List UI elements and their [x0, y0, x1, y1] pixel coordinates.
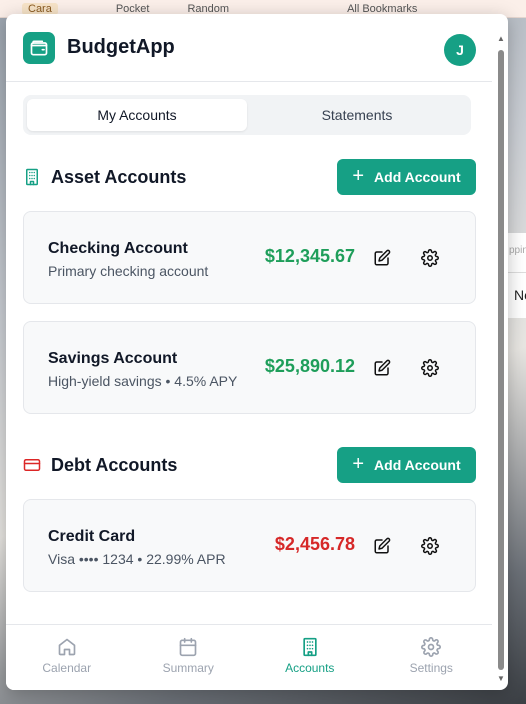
nav-label: Accounts [285, 661, 335, 675]
account-name: Savings Account [48, 350, 178, 367]
wallet-icon [23, 31, 55, 64]
account-card[interactable]: Checking Account Primary checking accoun… [23, 211, 476, 304]
account-balance: $2,456.78 [274, 534, 355, 554]
background-page-panel: pping Ne [505, 233, 526, 318]
account-description: Visa •••• 1234 • 22.99% APR [48, 551, 226, 567]
account-balance: $12,345.67 [264, 246, 355, 266]
add-debt-account-button[interactable]: + Add Account [337, 447, 476, 483]
home-icon [58, 638, 76, 656]
nav-label: Settings [409, 661, 453, 675]
bookmark-random[interactable]: Random [187, 3, 229, 15]
account-card[interactable]: Savings Account High-yield savings • 4.5… [23, 321, 476, 414]
app-title: BudgetApp [67, 36, 175, 58]
edit-icon[interactable] [373, 537, 391, 555]
scrollbar[interactable]: ▲ ▼ [497, 34, 505, 684]
asset-accounts-title: Asset Accounts [51, 166, 187, 187]
gear-icon[interactable] [421, 537, 439, 555]
tab-my-accounts[interactable]: My Accounts [27, 99, 247, 131]
gear-icon[interactable] [421, 249, 439, 267]
plus-icon: + [352, 453, 365, 475]
account-card[interactable]: Credit Card Visa •••• 1234 • 22.99% APR … [23, 499, 476, 592]
gear-icon [421, 637, 442, 657]
nav-calendar[interactable]: Calendar [6, 625, 128, 690]
app-header: BudgetApp J [6, 14, 492, 82]
building-icon [23, 168, 41, 186]
bookmark-cara[interactable]: Cara [22, 2, 58, 15]
debt-accounts-header: Debt Accounts + Add Account [23, 447, 476, 483]
scroll-up-icon[interactable]: ▲ [497, 34, 505, 44]
bookmark-all[interactable]: All Bookmarks [347, 3, 417, 15]
nav-label: Summary [162, 661, 214, 675]
bottom-navigation: Calendar Summary Accounts Settings [6, 624, 492, 690]
background-page-text: Ne [514, 287, 526, 303]
account-description: Primary checking account [48, 263, 209, 279]
user-avatar[interactable]: J [444, 34, 476, 66]
add-asset-account-button[interactable]: + Add Account [337, 159, 476, 195]
asset-accounts-header: Asset Accounts + Add Account [23, 159, 476, 195]
building-icon [303, 637, 317, 657]
calendar-icon [179, 637, 197, 657]
account-description: High-yield savings • 4.5% APY [48, 373, 238, 389]
add-account-label: Add Account [374, 169, 461, 185]
nav-summary[interactable]: Summary [128, 625, 250, 690]
background-page-text: pping [506, 233, 526, 273]
scrollbar-thumb[interactable] [498, 50, 504, 670]
nav-accounts[interactable]: Accounts [249, 625, 371, 690]
scroll-down-icon[interactable]: ▼ [497, 674, 505, 684]
plus-icon: + [352, 165, 365, 187]
account-name: Checking Account [48, 240, 188, 257]
edit-icon[interactable] [373, 249, 391, 267]
gear-icon[interactable] [421, 359, 439, 377]
account-tabs: My Accounts Statements [23, 95, 471, 135]
bookmark-pocket[interactable]: Pocket [116, 3, 150, 15]
account-balance: $25,890.12 [264, 356, 355, 376]
nav-label: Calendar [42, 661, 92, 675]
budget-popup: BudgetApp J My Accounts Statements Asset… [6, 14, 508, 690]
nav-settings[interactable]: Settings [371, 625, 493, 690]
add-account-label: Add Account [374, 457, 461, 473]
tab-statements[interactable]: Statements [247, 99, 467, 131]
account-name: Credit Card [48, 528, 136, 545]
credit-card-icon [23, 456, 41, 474]
edit-icon[interactable] [373, 359, 391, 377]
debt-accounts-title: Debt Accounts [51, 454, 178, 475]
